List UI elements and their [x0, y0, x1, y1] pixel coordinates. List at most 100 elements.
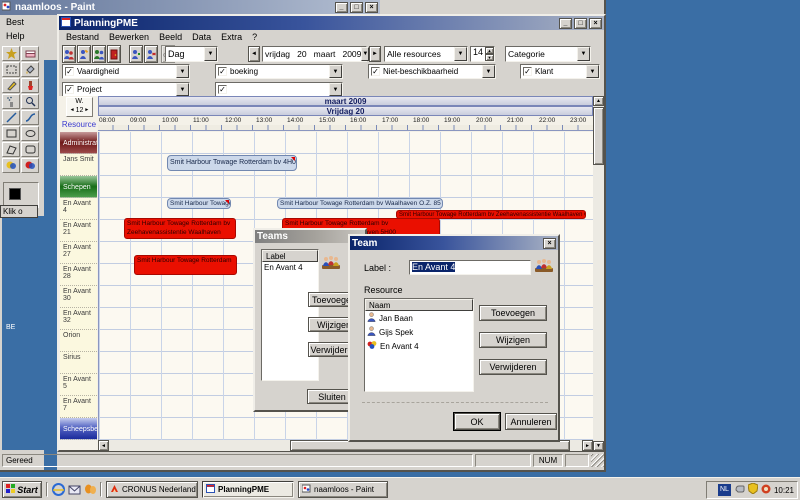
ie-icon[interactable]	[52, 483, 65, 499]
date-select[interactable]: vrijdag 20 maart 2009 ▼	[262, 46, 367, 62]
pme-close-button[interactable]: ×	[589, 18, 602, 29]
checkbox-icon[interactable]: ✓	[65, 85, 74, 94]
member-item[interactable]: Gijs Spek	[365, 325, 473, 339]
team-dialog-close-button[interactable]: ×	[543, 238, 556, 249]
fill-tool-icon[interactable]	[21, 62, 39, 77]
mail-icon[interactable]	[68, 483, 81, 499]
palette-tool-icon[interactable]	[2, 158, 20, 173]
paint-menu-help[interactable]: Help	[1, 30, 30, 42]
scroll-up-icon[interactable]: ▲	[593, 96, 604, 106]
booking-bar[interactable]: Smit Harbour Towage Rotterdam bv Waalhav…	[277, 198, 443, 209]
menu-bewerken[interactable]: Bewerken	[104, 31, 154, 43]
people-icon[interactable]	[62, 45, 76, 63]
spinner-up-icon[interactable]: ▲	[485, 47, 494, 54]
spray-tool-icon[interactable]	[2, 94, 20, 109]
people-group-icon[interactable]	[92, 45, 106, 63]
paint-close-button[interactable]: ×	[365, 2, 378, 13]
menu-extra[interactable]: Extra	[216, 31, 247, 43]
member-item[interactable]: En Avant 4	[365, 339, 473, 353]
shield-tray-icon[interactable]	[748, 483, 758, 497]
week-spinner[interactable]: W. ◄ 12 ►	[66, 97, 93, 117]
start-button[interactable]: Start	[2, 481, 42, 498]
scroll-left-icon[interactable]: ◄	[98, 440, 109, 451]
person-add-icon[interactable]	[129, 45, 143, 63]
filter-vaardigheid[interactable]: ✓ Vaardigheid ▼	[62, 64, 190, 79]
resource-cell[interactable]: En Avant 28	[60, 264, 97, 286]
resource-cell[interactable]: En Avant 32	[60, 308, 97, 330]
teams-list[interactable]: Label En Avant 4	[261, 249, 319, 381]
line-tool-icon[interactable]	[2, 110, 20, 125]
person-remove-icon[interactable]	[144, 45, 158, 63]
date-prev-button[interactable]: ◄	[248, 46, 260, 62]
checkbox-icon[interactable]: ✓	[65, 67, 74, 76]
resource-cell[interactable]: Jans Smit	[60, 154, 97, 176]
paint-menu-bestand[interactable]: Best	[1, 16, 29, 28]
team-edit-button[interactable]: Wijzigen	[479, 332, 547, 348]
category-select[interactable]: Categorie ▼	[505, 46, 591, 62]
rounded-rect-tool-icon[interactable]	[21, 142, 39, 157]
paint-titlebar[interactable]: naamloos - Paint _ □ ×	[0, 0, 380, 15]
taskbar-task-paint[interactable]: naamloos - Paint	[298, 481, 388, 498]
select-tool-icon[interactable]	[2, 62, 20, 77]
menu-data[interactable]: Data	[187, 31, 216, 43]
filter-empty[interactable]: ✓ ▼	[215, 82, 343, 97]
star-tool-icon[interactable]	[2, 46, 20, 61]
members-list-header[interactable]: Naam	[365, 299, 473, 311]
filter-niet-beschikbaarheid[interactable]: ✓ Niet-beschikbaarheid ▼	[368, 64, 496, 79]
team-delete-button[interactable]: Verwijderen	[479, 359, 547, 375]
resource-cell[interactable]: Orion	[60, 330, 97, 352]
pme-maximize-button[interactable]: □	[574, 18, 587, 29]
count-spinner[interactable]: 14 ▲ ▼	[470, 46, 495, 62]
paint-canvas[interactable]	[44, 60, 57, 470]
member-item[interactable]: Jan Baan	[365, 311, 473, 325]
picker-tool-icon[interactable]	[21, 158, 39, 173]
vertical-scrollbar[interactable]: ▲ ▼	[593, 96, 604, 451]
resource-cell[interactable]: En Avant 30	[60, 286, 97, 308]
menu-help[interactable]: ?	[247, 31, 262, 43]
clock[interactable]: 10:21	[774, 486, 794, 495]
filter-boeking[interactable]: ✓ boeking ▼	[215, 64, 343, 79]
checkbox-icon[interactable]: ✓	[523, 67, 532, 76]
menu-beeld[interactable]: Beeld	[154, 31, 187, 43]
scroll-down-icon[interactable]: ▼	[593, 441, 604, 451]
checkbox-icon[interactable]: ✓	[218, 67, 227, 76]
scrollbar-thumb[interactable]	[593, 107, 604, 165]
booking-bar[interactable]: Smit Harbour Towage Rotterdam bv Zeehave…	[124, 218, 236, 239]
booking-bar[interactable]: Smit Harbour Towage Rotterdam	[134, 255, 237, 275]
resource-cell[interactable]: En Avant 5	[60, 374, 97, 396]
checkbox-icon[interactable]: ✓	[218, 85, 227, 94]
resource-cell[interactable]: Schepen	[60, 176, 97, 198]
team-add-button[interactable]: Toevoegen	[479, 305, 547, 321]
taskbar-task-cronus[interactable]: CRONUS Nederland BV - ...	[106, 481, 198, 498]
red-door-icon[interactable]	[107, 45, 121, 63]
filter-project[interactable]: ✓ Project ▼	[62, 82, 190, 97]
msn-icon[interactable]	[84, 483, 97, 499]
date-next-button[interactable]: ►	[369, 46, 381, 62]
scroll-right-icon[interactable]: ►	[582, 440, 593, 451]
person-tool-icon[interactable]	[77, 45, 91, 63]
language-indicator[interactable]: NL	[718, 484, 731, 496]
paint-maximize-button[interactable]: □	[350, 2, 363, 13]
cancel-button[interactable]: Annuleren	[505, 413, 557, 430]
resize-grip[interactable]	[591, 454, 604, 467]
paint-minimize-button[interactable]: _	[335, 2, 348, 13]
week-next-icon[interactable]: ►	[84, 106, 89, 115]
week-prev-icon[interactable]: ◄	[70, 106, 75, 115]
planningpme-titlebar[interactable]: PlanningPME _ □ ×	[59, 16, 604, 30]
team-dialog-titlebar[interactable]: Team ×	[350, 236, 558, 250]
menu-bestand[interactable]: Bestand	[61, 31, 104, 43]
filter-klant[interactable]: ✓ Klant ▼	[520, 64, 600, 79]
ellipse-tool-icon[interactable]	[21, 126, 39, 141]
resource-cell[interactable]: En Avant 7	[60, 396, 97, 418]
resource-cell[interactable]: En Avant 4	[60, 198, 97, 220]
hand-tray-icon[interactable]	[734, 483, 745, 497]
eraser-tool-icon[interactable]	[21, 46, 39, 61]
booking-bar[interactable]: Smit Harbour Towage R	[167, 198, 231, 209]
checkbox-icon[interactable]: ✓	[371, 67, 380, 76]
rectangle-tool-icon[interactable]	[2, 126, 20, 141]
booking-bar[interactable]: Smit Harbour Towage Rotterdam bv 4H00	[167, 155, 297, 171]
resource-cell[interactable]: En Avant 27	[60, 242, 97, 264]
team-label-input[interactable]: En Avant 4	[409, 260, 531, 275]
resource-cell[interactable]: Sirius	[60, 352, 97, 374]
resource-column-link[interactable]: Resource	[59, 120, 99, 129]
